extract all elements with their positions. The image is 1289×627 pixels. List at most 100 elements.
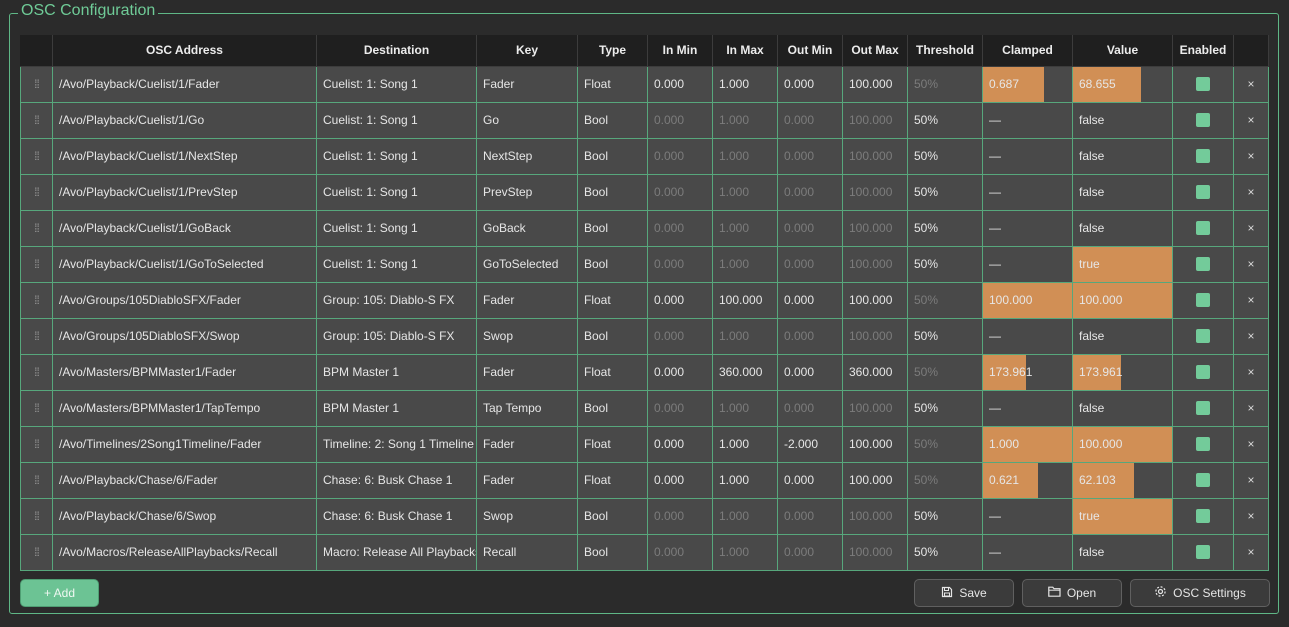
checkbox-checked-icon[interactable] <box>1196 473 1210 488</box>
out-min-cell[interactable]: 0.000 <box>777 461 843 499</box>
destination-cell[interactable]: Chase: 6: Busk Chase 1 <box>316 497 477 535</box>
header-value[interactable]: Value <box>1072 35 1173 67</box>
destination-cell[interactable]: Cuelist: 1: Song 1 <box>316 101 477 139</box>
checkbox-checked-icon[interactable] <box>1196 545 1210 560</box>
add-button[interactable]: + Add <box>20 579 99 607</box>
out-min-cell[interactable]: 0.000 <box>777 353 843 391</box>
in-max-cell[interactable]: 1.000 <box>712 65 778 103</box>
out-min-cell[interactable]: 0.000 <box>777 137 843 175</box>
drag-handle-icon[interactable]: ⁞⁞ <box>20 209 53 247</box>
type-cell[interactable]: Bool <box>577 317 648 355</box>
drag-handle-icon[interactable]: ⁞⁞ <box>20 425 53 463</box>
drag-handle-icon[interactable]: ⁞⁞ <box>20 281 53 319</box>
destination-cell[interactable]: Cuelist: 1: Song 1 <box>316 173 477 211</box>
checkbox-checked-icon[interactable] <box>1196 113 1210 128</box>
in-min-cell[interactable]: 0.000 <box>647 533 713 571</box>
osc-address-cell[interactable]: /Avo/Playback/Chase/6/Fader <box>52 461 317 499</box>
key-cell[interactable]: PrevStep <box>476 173 578 211</box>
type-cell[interactable]: Float <box>577 65 648 103</box>
threshold-cell[interactable]: 50% <box>907 101 983 139</box>
type-cell[interactable]: Bool <box>577 245 648 283</box>
type-cell[interactable]: Bool <box>577 101 648 139</box>
out-max-cell[interactable]: 100.000 <box>842 101 908 139</box>
key-cell[interactable]: Fader <box>476 425 578 463</box>
in-max-cell[interactable]: 1.000 <box>712 173 778 211</box>
type-cell[interactable]: Float <box>577 353 648 391</box>
checkbox-checked-icon[interactable] <box>1196 365 1210 380</box>
out-max-cell[interactable]: 100.000 <box>842 317 908 355</box>
out-min-cell[interactable]: 0.000 <box>777 245 843 283</box>
drag-handle-icon[interactable]: ⁞⁞ <box>20 173 53 211</box>
out-min-cell[interactable]: 0.000 <box>777 281 843 319</box>
in-max-cell[interactable]: 1.000 <box>712 389 778 427</box>
enabled-checkbox[interactable] <box>1172 497 1234 535</box>
checkbox-checked-icon[interactable] <box>1196 293 1210 308</box>
destination-cell[interactable]: Cuelist: 1: Song 1 <box>316 137 477 175</box>
close-icon[interactable]: × <box>1233 533 1269 571</box>
out-min-cell[interactable]: 0.000 <box>777 209 843 247</box>
out-max-cell[interactable]: 100.000 <box>842 137 908 175</box>
in-min-cell[interactable]: 0.000 <box>647 65 713 103</box>
key-cell[interactable]: Fader <box>476 65 578 103</box>
type-cell[interactable]: Bool <box>577 173 648 211</box>
enabled-checkbox[interactable] <box>1172 425 1234 463</box>
in-min-cell[interactable]: 0.000 <box>647 353 713 391</box>
out-max-cell[interactable]: 100.000 <box>842 425 908 463</box>
close-icon[interactable]: × <box>1233 281 1269 319</box>
close-icon[interactable]: × <box>1233 497 1269 535</box>
in-max-cell[interactable]: 100.000 <box>712 281 778 319</box>
in-max-cell[interactable]: 1.000 <box>712 533 778 571</box>
osc-address-cell[interactable]: /Avo/Playback/Cuelist/1/GoBack <box>52 209 317 247</box>
out-min-cell[interactable]: 0.000 <box>777 173 843 211</box>
out-max-cell[interactable]: 100.000 <box>842 65 908 103</box>
in-min-cell[interactable]: 0.000 <box>647 281 713 319</box>
open-button[interactable]: Open <box>1022 579 1122 607</box>
key-cell[interactable]: Swop <box>476 317 578 355</box>
table-row[interactable]: ⁞⁞/Avo/Playback/Cuelist/1/NextStep Cuelis… <box>20 137 1269 175</box>
header-type[interactable]: Type <box>577 35 648 67</box>
out-min-cell[interactable]: 0.000 <box>777 389 843 427</box>
key-cell[interactable]: GoBack <box>476 209 578 247</box>
key-cell[interactable]: Tap Tempo <box>476 389 578 427</box>
out-max-cell[interactable]: 100.000 <box>842 461 908 499</box>
table-row[interactable]: ⁞⁞/Avo/Playback/Chase/6/Swop Chase: 6: Bu… <box>20 497 1269 535</box>
type-cell[interactable]: Float <box>577 425 648 463</box>
close-icon[interactable]: × <box>1233 389 1269 427</box>
enabled-checkbox[interactable] <box>1172 533 1234 571</box>
enabled-checkbox[interactable] <box>1172 281 1234 319</box>
close-icon[interactable]: × <box>1233 173 1269 211</box>
osc-settings-button[interactable]: OSC Settings <box>1130 579 1270 607</box>
close-icon[interactable]: × <box>1233 137 1269 175</box>
drag-handle-icon[interactable]: ⁞⁞ <box>20 497 53 535</box>
checkbox-checked-icon[interactable] <box>1196 401 1210 416</box>
destination-cell[interactable]: BPM Master 1 <box>316 389 477 427</box>
threshold-cell[interactable]: 50% <box>907 281 983 319</box>
threshold-cell[interactable]: 50% <box>907 497 983 535</box>
table-row[interactable]: ⁞⁞/Avo/Masters/BPMMaster1/Fader BPM Maste… <box>20 353 1269 391</box>
save-button[interactable]: Save <box>914 579 1014 607</box>
table-row[interactable]: ⁞⁞/Avo/Masters/BPMMaster1/TapTempo BPM Ma… <box>20 389 1269 427</box>
in-max-cell[interactable]: 360.000 <box>712 353 778 391</box>
destination-cell[interactable]: Cuelist: 1: Song 1 <box>316 65 477 103</box>
close-icon[interactable]: × <box>1233 425 1269 463</box>
key-cell[interactable]: GoToSelected <box>476 245 578 283</box>
drag-handle-icon[interactable]: ⁞⁞ <box>20 65 53 103</box>
threshold-cell[interactable]: 50% <box>907 425 983 463</box>
header-in-max[interactable]: In Max <box>712 35 778 67</box>
key-cell[interactable]: NextStep <box>476 137 578 175</box>
checkbox-checked-icon[interactable] <box>1196 185 1210 200</box>
out-min-cell[interactable]: 0.000 <box>777 101 843 139</box>
destination-cell[interactable]: Cuelist: 1: Song 1 <box>316 245 477 283</box>
threshold-cell[interactable]: 50% <box>907 245 983 283</box>
osc-address-cell[interactable]: /Avo/Playback/Chase/6/Swop <box>52 497 317 535</box>
type-cell[interactable]: Bool <box>577 389 648 427</box>
header-out-max[interactable]: Out Max <box>842 35 908 67</box>
osc-address-cell[interactable]: /Avo/Groups/105DiabloSFX/Swop <box>52 317 317 355</box>
drag-handle-icon[interactable]: ⁞⁞ <box>20 317 53 355</box>
enabled-checkbox[interactable] <box>1172 173 1234 211</box>
osc-address-cell[interactable]: /Avo/Playback/Cuelist/1/PrevStep <box>52 173 317 211</box>
destination-cell[interactable]: Macro: Release All Playbacks <box>316 533 477 571</box>
in-min-cell[interactable]: 0.000 <box>647 317 713 355</box>
drag-handle-icon[interactable]: ⁞⁞ <box>20 353 53 391</box>
in-max-cell[interactable]: 1.000 <box>712 137 778 175</box>
